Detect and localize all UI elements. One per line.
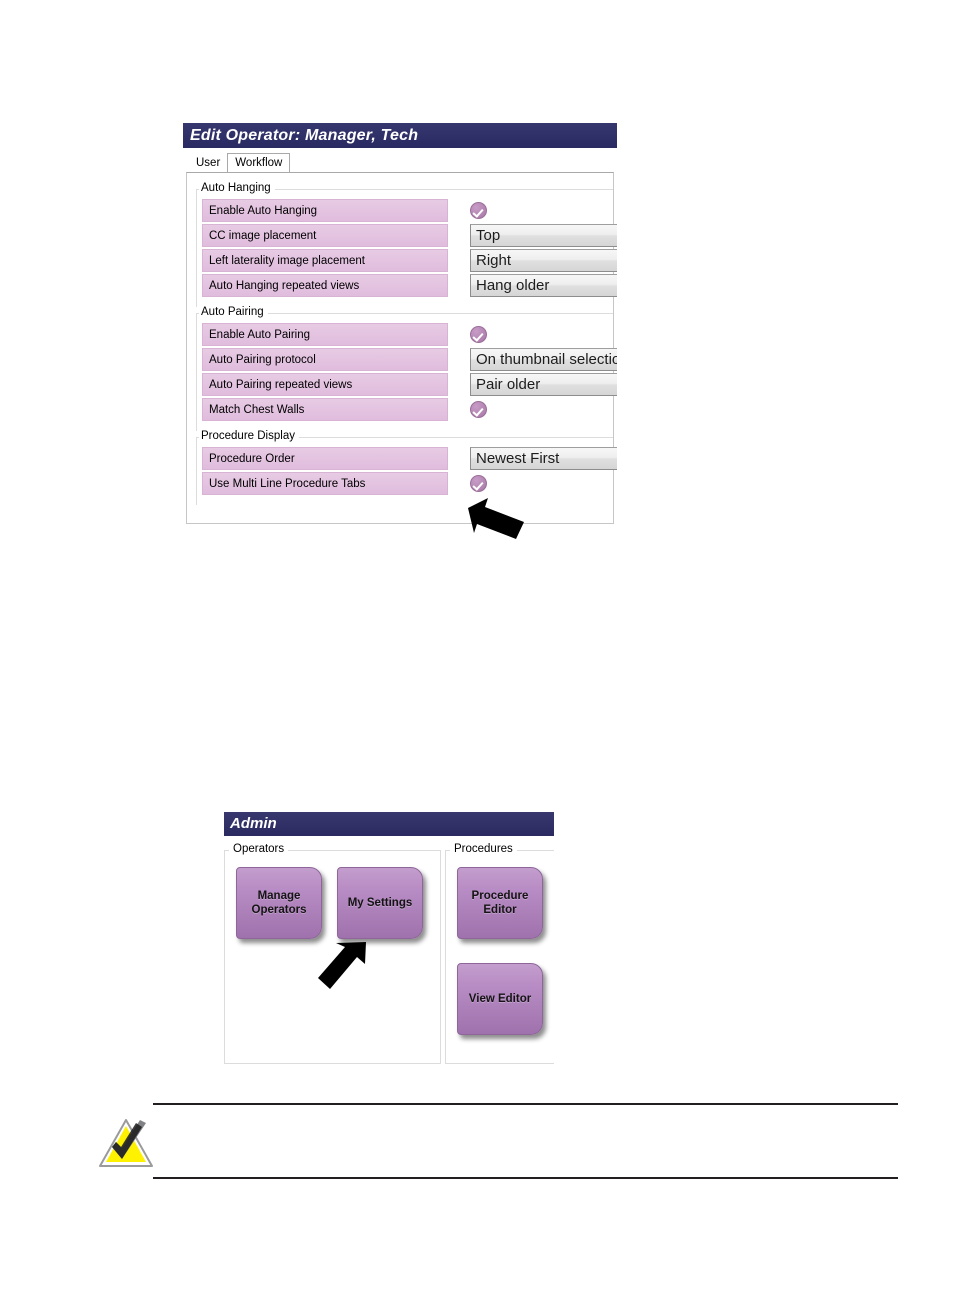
label-procedure-order: Procedure Order	[202, 447, 448, 470]
checkbox-enable-auto-hanging[interactable]	[470, 202, 487, 219]
row-left-laterality-image-placement: Left laterality image placement Right	[202, 249, 617, 272]
combo-auto-hanging-repeated-views[interactable]: Hang older	[470, 274, 617, 297]
group-auto-hanging: Auto Hanging Enable Auto Hanging CC imag…	[196, 182, 617, 307]
label-enable-auto-hanging: Enable Auto Hanging	[202, 199, 448, 222]
admin-screen: Admin Operators Manage Operators My Sett…	[224, 812, 554, 1064]
admin-title: Admin	[230, 815, 277, 832]
my-settings-label: My Settings	[347, 897, 413, 909]
note-body	[99, 1105, 898, 1179]
label-auto-hanging-repeated-views: Auto Hanging repeated views	[202, 274, 448, 297]
row-enable-auto-hanging: Enable Auto Hanging	[202, 199, 613, 222]
view-editor-button[interactable]: View Editor	[457, 963, 543, 1035]
row-match-chest-walls: Match Chest Walls	[202, 398, 613, 421]
callout-arrow-icon-my-settings	[318, 942, 366, 989]
group-procedures-title: Procedures	[450, 843, 517, 855]
note-rule-bottom	[153, 1177, 898, 1179]
label-left-laterality-image-placement: Left laterality image placement	[202, 249, 448, 272]
row-auto-pairing-protocol: Auto Pairing protocol On thumbnail selec…	[202, 348, 617, 371]
admin-body: Operators Manage Operators My Settings P…	[224, 836, 554, 1064]
label-use-multi-line-procedure-tabs: Use Multi Line Procedure Tabs	[202, 472, 448, 495]
label-auto-pairing-repeated-views: Auto Pairing repeated views	[202, 373, 448, 396]
admin-title-bar: Admin	[224, 812, 554, 836]
group-auto-pairing: Auto Pairing Enable Auto Pairing Auto Pa…	[196, 306, 617, 431]
combo-auto-pairing-repeated-views[interactable]: Pair older	[470, 373, 617, 396]
combo-auto-pairing-protocol[interactable]: On thumbnail selection	[470, 348, 617, 371]
view-editor-label: View Editor	[468, 993, 532, 1005]
row-enable-auto-pairing: Enable Auto Pairing	[202, 323, 613, 346]
manage-operators-button[interactable]: Manage Operators	[236, 867, 322, 939]
label-auto-pairing-protocol: Auto Pairing protocol	[202, 348, 448, 371]
workflow-tab-page: Auto Hanging Enable Auto Hanging CC imag…	[186, 172, 617, 524]
tab-workflow[interactable]: Workflow	[227, 153, 291, 173]
combo-left-laterality-image-placement[interactable]: Right	[470, 249, 617, 272]
checkbox-use-multi-line-procedure-tabs[interactable]	[470, 475, 487, 492]
group-procedure-display-title: Procedure Display	[199, 430, 299, 442]
procedure-editor-label-line2: Editor	[483, 904, 517, 916]
group-procedures: Procedures Procedure Editor View Editor	[445, 843, 554, 1064]
checkbox-enable-auto-pairing[interactable]	[470, 326, 487, 343]
manage-operators-label-line2: Operators	[251, 904, 307, 916]
row-procedure-order: Procedure Order Newest First	[202, 447, 617, 470]
row-cc-image-placement: CC image placement Top	[202, 224, 617, 247]
procedure-editor-button[interactable]: Procedure Editor	[457, 867, 543, 939]
note-callout	[99, 1103, 898, 1183]
group-auto-hanging-title: Auto Hanging	[199, 182, 275, 194]
combo-procedure-order[interactable]: Newest First	[470, 447, 617, 470]
combo-cc-image-placement[interactable]: Top	[470, 224, 617, 247]
tab-strip: User Workflow	[183, 152, 617, 173]
label-match-chest-walls: Match Chest Walls	[202, 398, 448, 421]
dialog-title-bar: Edit Operator: Manager, Tech	[183, 123, 617, 148]
edit-operator-dialog: Edit Operator: Manager, Tech User Workflo…	[183, 123, 617, 535]
dialog-title: Edit Operator: Manager, Tech	[190, 127, 419, 144]
callout-arrow-icon-multi-line-tabs	[468, 498, 524, 539]
row-use-multi-line-procedure-tabs: Use Multi Line Procedure Tabs	[202, 472, 613, 495]
label-enable-auto-pairing: Enable Auto Pairing	[202, 323, 448, 346]
my-settings-button[interactable]: My Settings	[337, 867, 423, 939]
label-cc-image-placement: CC image placement	[202, 224, 448, 247]
manage-operators-label-line1: Manage	[257, 890, 301, 902]
checkbox-match-chest-walls[interactable]	[470, 401, 487, 418]
tab-user[interactable]: User	[189, 154, 227, 172]
note-triangle-check-icon	[99, 1119, 153, 1167]
row-auto-hanging-repeated-views: Auto Hanging repeated views Hang older	[202, 274, 617, 297]
group-auto-pairing-title: Auto Pairing	[199, 306, 268, 318]
group-procedure-display: Procedure Display Procedure Order Newest…	[196, 430, 617, 505]
group-operators-title: Operators	[229, 843, 289, 855]
row-auto-pairing-repeated-views: Auto Pairing repeated views Pair older	[202, 373, 617, 396]
procedure-editor-label-line1: Procedure	[471, 890, 529, 902]
